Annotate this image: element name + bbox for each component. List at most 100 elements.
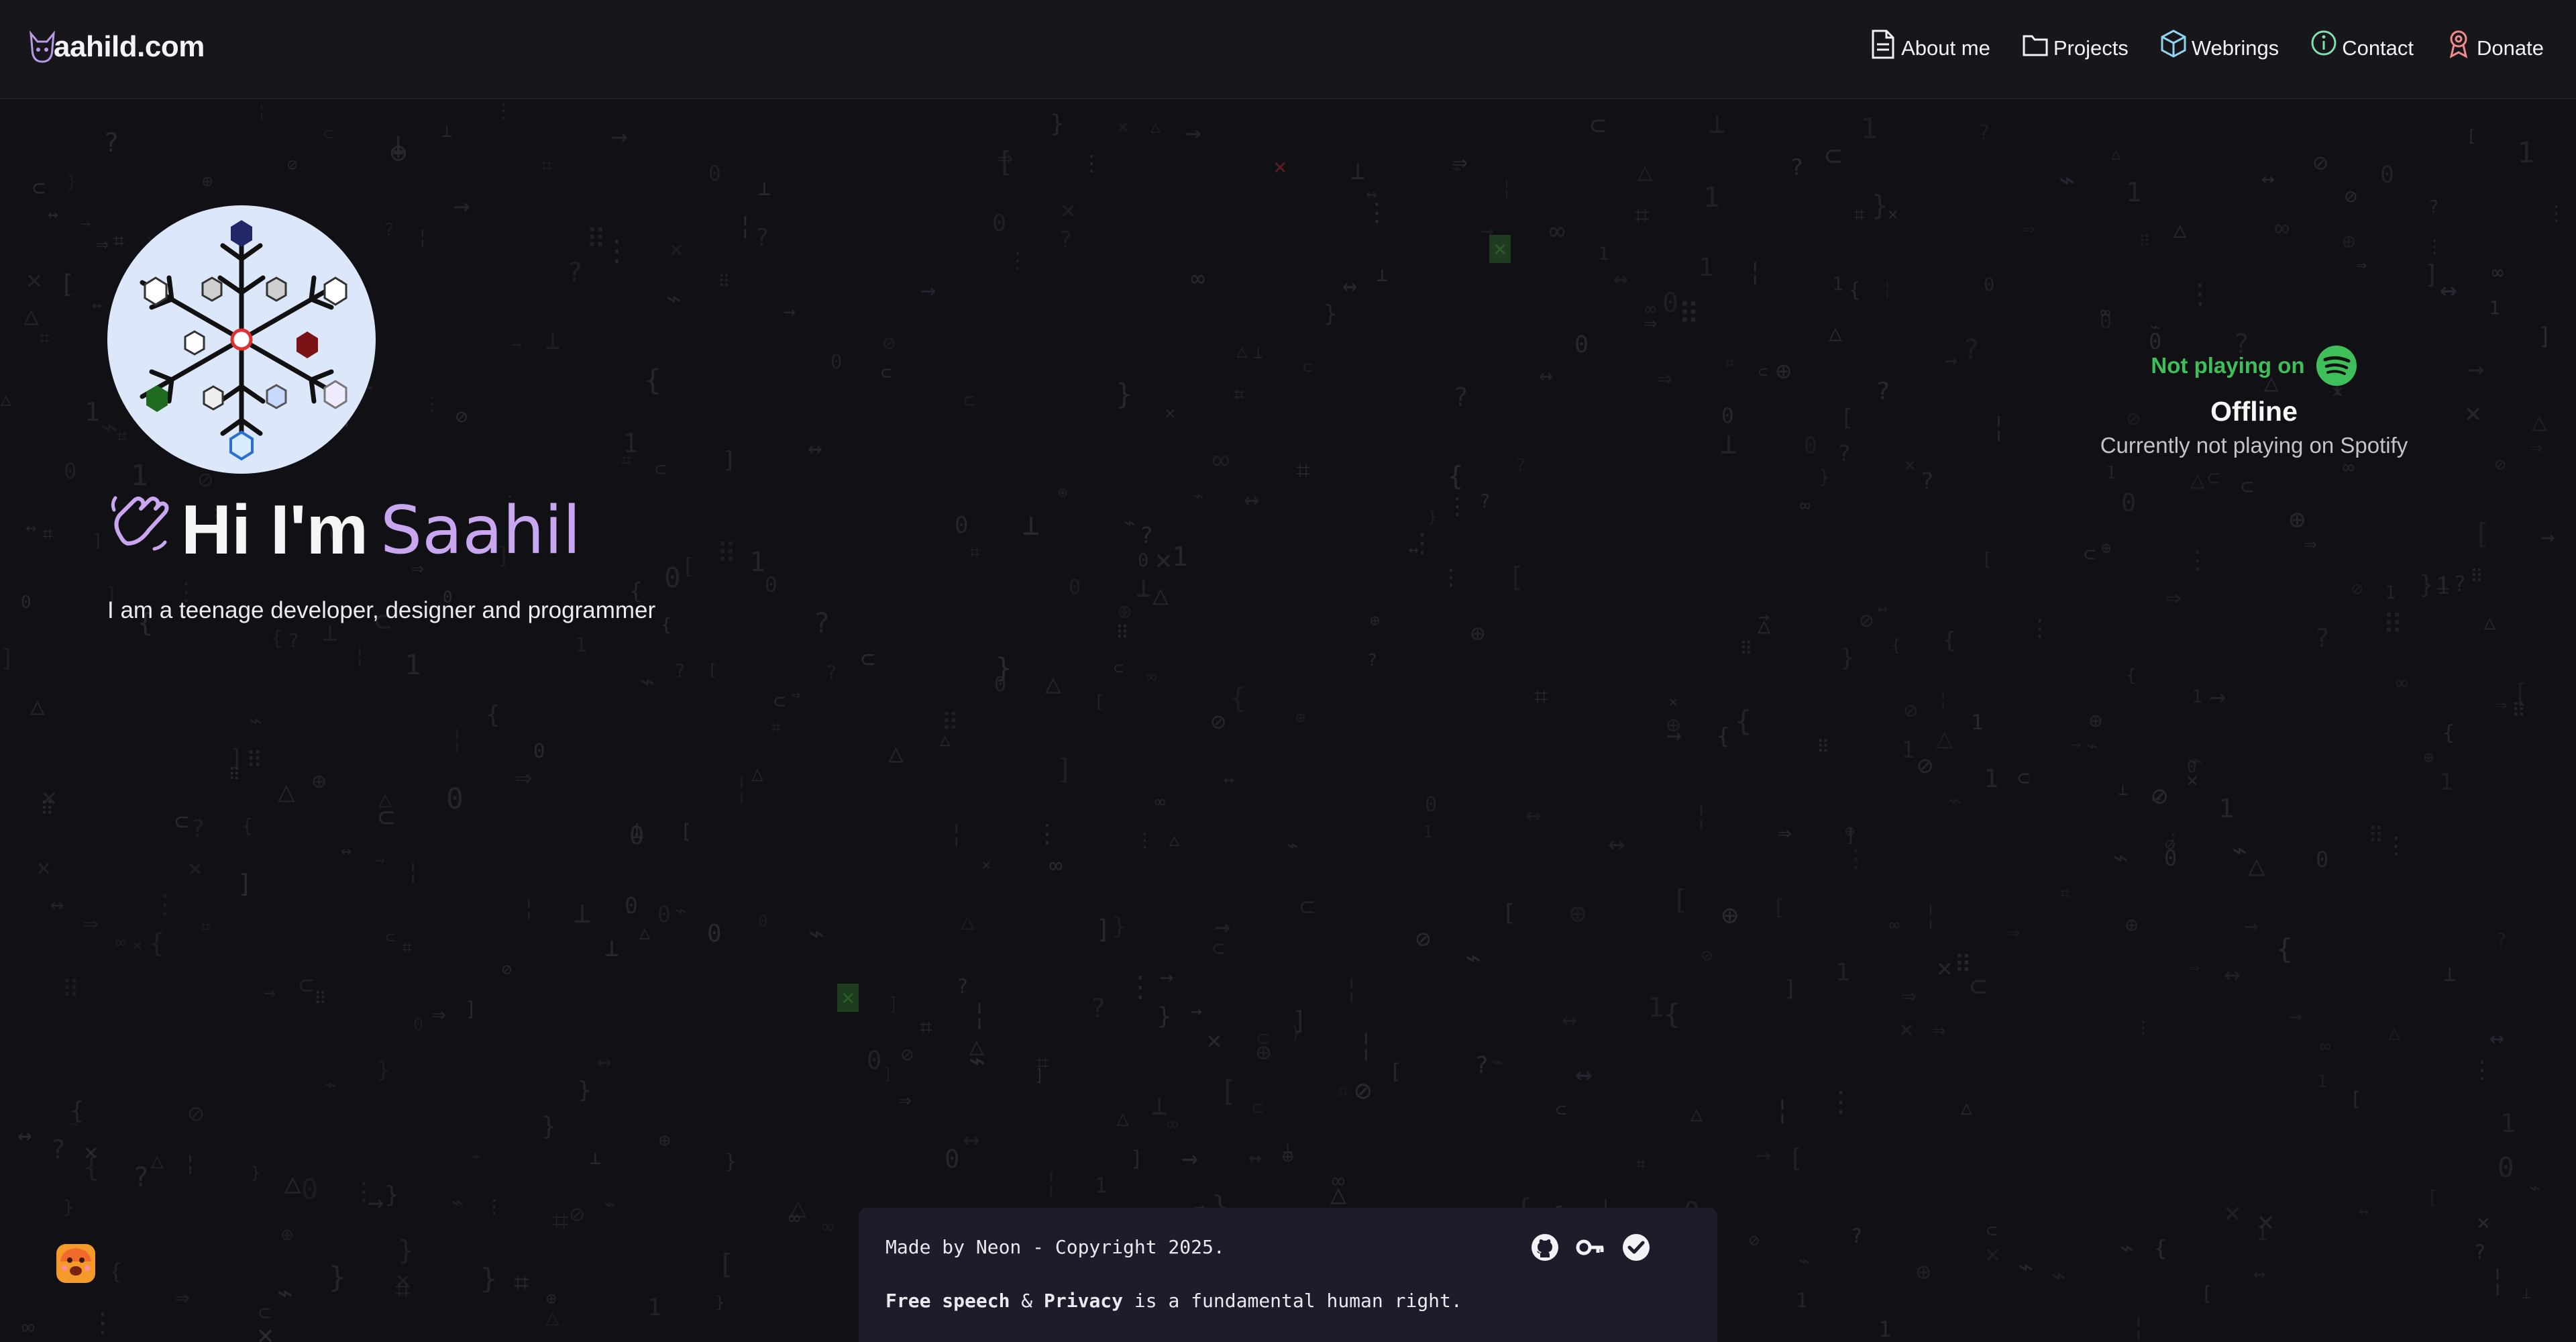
footer-free-speech: Free speech: [885, 1290, 1010, 1312]
background-glyph: {: [661, 615, 672, 635]
background-glyph: ⇒: [2022, 215, 2035, 241]
background-glyph: ╎: [1748, 260, 1762, 287]
background-glyph: 0: [64, 458, 77, 484]
verified-check-icon[interactable]: [1621, 1232, 1652, 1263]
background-glyph: }: [377, 1057, 390, 1082]
background-glyph: {: [644, 364, 661, 397]
background-glyph: ↔: [1224, 770, 1234, 790]
spotify-icon[interactable]: [2316, 345, 2357, 386]
background-glyph: △: [2111, 144, 2121, 163]
background-glyph: ⊂: [1590, 110, 1607, 141]
github-icon[interactable]: [1529, 1232, 1560, 1263]
background-glyph: ⌗: [39, 327, 50, 350]
background-glyph: ?: [133, 1162, 150, 1193]
background-glyph: ╎: [407, 862, 419, 884]
background-glyph: ⊂: [1299, 892, 1315, 921]
background-glyph: ⋮: [602, 234, 631, 268]
background-glyph: △: [888, 738, 904, 768]
background-glyph: ⟂: [1022, 509, 1040, 542]
nav-contact[interactable]: Contact: [2310, 28, 2414, 60]
background-glyph: ∞: [2343, 456, 2355, 478]
background-glyph: ⟂: [1720, 427, 1737, 461]
background-glyph: ×: [188, 855, 203, 882]
background-glyph: △: [2248, 849, 2265, 882]
background-glyph: ↔: [808, 435, 822, 462]
background-glyph: ∞: [788, 1206, 801, 1230]
background-glyph: ]: [883, 1065, 893, 1084]
site-logo[interactable]: aahild.com: [27, 28, 205, 66]
background-glyph: ?: [103, 128, 119, 158]
background-glyph: ↔: [2151, 788, 2161, 808]
background-glyph: ]: [1845, 825, 1856, 846]
background-glyph: ⇒: [1657, 363, 1673, 393]
background-glyph: ]: [0, 645, 15, 672]
background-glyph: ⠿: [1954, 951, 1972, 979]
background-glyph: →: [511, 334, 522, 354]
background-glyph: ⋮: [2384, 833, 2408, 860]
background-glyph: [: [1389, 1060, 1402, 1084]
nav-donate[interactable]: Donate: [2445, 28, 2544, 60]
background-glyph: ⠿: [228, 765, 241, 784]
background-glyph: [: [997, 146, 1014, 178]
background-glyph: △: [940, 730, 951, 750]
background-glyph: ⊘: [2151, 780, 2168, 812]
background-glyph: ⋮: [1843, 844, 1868, 873]
background-glyph: ⟂: [1136, 573, 1152, 603]
top-navigation-bar: aahild.com About me Projects Webrings Co…: [0, 0, 2576, 99]
background-glyph: 1: [1832, 272, 1843, 295]
background-glyph: ?: [1140, 522, 1153, 548]
background-glyph: ⊕: [1666, 712, 1681, 739]
background-glyph: ⟂: [441, 121, 453, 142]
footer-copyright: Made by Neon - Copyright 2025.: [885, 1236, 1225, 1258]
background-glyph: ?: [1090, 994, 1106, 1024]
background-glyph: [: [718, 1248, 735, 1280]
key-icon[interactable]: [1575, 1232, 1606, 1263]
background-glyph: ⊕: [2101, 538, 2112, 558]
background-glyph: ∞: [2100, 303, 2111, 322]
background-glyph: ⠿: [1116, 623, 1129, 643]
nav-projects[interactable]: Projects: [2021, 28, 2129, 60]
background-glyph: →: [453, 189, 470, 221]
background-glyph: ⋮: [2426, 237, 2443, 257]
background-glyph: ]: [1095, 915, 1111, 944]
background-glyph: ↔: [48, 205, 58, 225]
background-glyph: ×: [1165, 402, 1176, 424]
background-glyph: ×: [1899, 1016, 1914, 1043]
background-glyph: 0: [446, 782, 464, 816]
background-glyph: ]: [1784, 976, 1797, 1001]
background-glyph: 0: [994, 673, 1007, 696]
background-glyph: ⟂: [604, 933, 620, 962]
background-glyph: ×: [396, 1267, 411, 1294]
background-glyph: ⊂: [1303, 358, 1313, 378]
background-glyph: 1: [575, 633, 587, 656]
background-glyph: ⋮: [2186, 278, 2214, 310]
background-glyph: ⊘: [2165, 835, 2176, 855]
background-glyph: ×: [1668, 692, 1678, 711]
background-glyph: ⌁: [2150, 317, 2161, 338]
background-glyph: ⊕: [1916, 1257, 1931, 1286]
background-glyph: {: [1891, 636, 1901, 655]
background-glyph: ⌁: [472, 1147, 482, 1166]
background-glyph: }: [1112, 913, 1127, 940]
background-glyph: △: [278, 775, 295, 809]
background-glyph: ⊕: [546, 1289, 557, 1309]
background-glyph: ⇒: [431, 1000, 446, 1028]
background-glyph: △: [1045, 668, 1062, 699]
background-glyph: ⊘: [1211, 707, 1226, 736]
background-glyph: ⊕: [312, 768, 327, 795]
background-glyph: ⋮: [2546, 201, 2567, 225]
background-glyph: [: [2513, 679, 2529, 709]
background-glyph: ⌗: [1725, 354, 1735, 372]
info-icon: [2311, 30, 2337, 56]
nav-webrings[interactable]: Webrings: [2159, 28, 2279, 60]
nav-about-me[interactable]: About me: [1869, 28, 1990, 60]
background-glyph: 0: [1984, 274, 1995, 295]
background-glyph: ↔: [2440, 273, 2457, 307]
background-glyph: ⠿: [2512, 699, 2526, 722]
background-glyph: [: [2201, 1282, 2213, 1305]
background-glyph: [: [682, 553, 695, 579]
background-glyph: ?: [813, 607, 830, 639]
background-glyph: ⌁: [2120, 1235, 2135, 1262]
emoji-face-button-icon[interactable]: [55, 1243, 97, 1284]
background-glyph: ⊂: [2207, 464, 2220, 491]
